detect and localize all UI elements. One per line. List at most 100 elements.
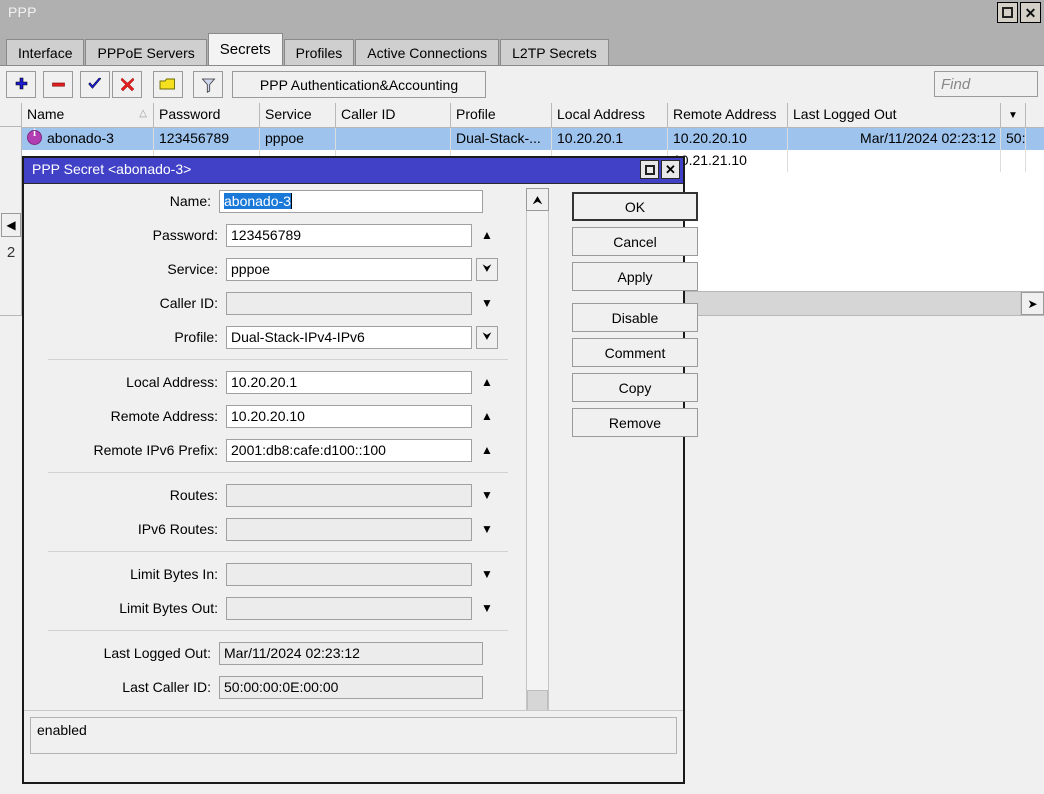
cell-text: 10.20.20.10 bbox=[673, 130, 747, 146]
dialog-scroll-track[interactable] bbox=[526, 211, 549, 720]
tab-label: PPPoE Servers bbox=[97, 45, 194, 61]
tab-active-connections[interactable]: Active Connections bbox=[355, 39, 499, 65]
field-password[interactable] bbox=[226, 224, 472, 247]
sort-indicator-icon: △ bbox=[139, 108, 147, 119]
minus-icon[interactable] bbox=[43, 71, 73, 98]
column-header-password[interactable]: Password bbox=[154, 103, 260, 127]
field-expand-down-icon[interactable]: ▼ bbox=[476, 484, 498, 507]
form-row: Service:⮟ bbox=[36, 252, 508, 286]
scroll-up-icon[interactable]: ◀ bbox=[1, 213, 21, 237]
field-limit-bytes-in[interactable] bbox=[226, 563, 472, 586]
cell-remote-address: 10.20.20.10 bbox=[668, 128, 788, 150]
field-expand-up-icon[interactable]: ▲ bbox=[476, 371, 498, 394]
window-controls: ✕ bbox=[997, 2, 1041, 23]
field-remote-address[interactable] bbox=[226, 405, 472, 428]
cell-text: Mar/11/2024 02:23:12 bbox=[860, 130, 996, 146]
column-header-profile[interactable]: Profile bbox=[451, 103, 552, 127]
column-header-last-logged-out[interactable]: Last Logged Out bbox=[788, 103, 1001, 127]
field-label: IPv6 Routes: bbox=[36, 521, 226, 537]
field-dropdown-icon[interactable]: ⮟ bbox=[476, 326, 498, 349]
field-dropdown-icon[interactable]: ⮟ bbox=[476, 258, 498, 281]
tab-l2tp-secrets[interactable]: L2TP Secrets bbox=[500, 39, 609, 65]
chevron-down-icon[interactable]: ▼ bbox=[1008, 110, 1018, 121]
field-caller-id[interactable] bbox=[226, 292, 472, 315]
hscroll-right-icon[interactable]: ➤ bbox=[1021, 292, 1044, 315]
search-input[interactable] bbox=[935, 72, 1037, 96]
column-header-label: Name bbox=[27, 106, 64, 122]
field-expand-down-icon[interactable]: ▼ bbox=[476, 597, 498, 620]
field-expand-down-icon[interactable]: ▼ bbox=[476, 292, 498, 315]
field-expand-up-icon[interactable]: ▲ bbox=[476, 439, 498, 462]
table-row[interactable]: abonado-3123456789pppoeDual-Stack-...10.… bbox=[22, 128, 1044, 150]
field-expand-down-icon[interactable]: ▼ bbox=[476, 518, 498, 541]
copy-button[interactable]: Copy bbox=[572, 373, 698, 402]
ok-button[interactable]: OK bbox=[572, 192, 698, 221]
search-box[interactable] bbox=[934, 71, 1038, 97]
cancel-button[interactable]: Cancel bbox=[572, 227, 698, 256]
field-label: Limit Bytes Out: bbox=[36, 600, 226, 616]
close-icon[interactable]: ✕ bbox=[1020, 2, 1041, 23]
column-menu-button[interactable]: ▼ bbox=[1001, 103, 1026, 127]
filter-icon[interactable] bbox=[193, 71, 223, 98]
dialog-vertical-scrollbar[interactable]: ⮝ ⮟ bbox=[526, 188, 549, 743]
field-local-address[interactable] bbox=[226, 371, 472, 394]
tab-label: L2TP Secrets bbox=[512, 45, 597, 61]
remove-button[interactable]: Remove bbox=[572, 408, 698, 437]
tab-interface[interactable]: Interface bbox=[6, 39, 84, 65]
column-header-label: Remote Address bbox=[673, 106, 777, 122]
field-expand-up-icon[interactable]: ▲ bbox=[476, 224, 498, 247]
cell-text: 123456789 bbox=[159, 130, 229, 146]
field-limit-bytes-out[interactable] bbox=[226, 597, 472, 620]
field-routes[interactable] bbox=[226, 484, 472, 507]
cell-caller-id bbox=[336, 128, 451, 150]
disable-button[interactable]: Disable bbox=[572, 303, 698, 332]
field-name[interactable]: abonado-3 bbox=[219, 190, 483, 213]
scroll-up-icon[interactable]: ⮝ bbox=[526, 188, 549, 211]
window-titlebar: PPP ✕ bbox=[0, 0, 1044, 27]
ppp-authentication-accounting-button[interactable]: PPP Authentication&Accounting bbox=[232, 71, 486, 98]
field-label: Routes: bbox=[36, 487, 226, 503]
column-header-label: Profile bbox=[456, 106, 496, 122]
form-row: IPv6 Routes: ▼ bbox=[36, 512, 508, 546]
plus-icon[interactable] bbox=[6, 71, 36, 98]
column-header-name[interactable]: Name △ bbox=[22, 103, 154, 127]
cell-profile: Dual-Stack-... bbox=[451, 128, 552, 150]
field-expand-down-icon[interactable]: ▼ bbox=[476, 563, 498, 586]
cross-icon[interactable] bbox=[112, 71, 142, 98]
field-label: Last Caller ID: bbox=[36, 679, 219, 695]
field-service[interactable] bbox=[226, 258, 472, 281]
field-last-caller-id[interactable] bbox=[219, 676, 483, 699]
form-separator bbox=[48, 359, 508, 360]
dialog-button-column: OK Cancel Apply Disable Comment Copy Remove bbox=[572, 192, 698, 443]
form-separator bbox=[48, 472, 508, 473]
field-spacer bbox=[487, 642, 508, 665]
maximize-icon[interactable] bbox=[640, 160, 659, 179]
maximize-icon[interactable] bbox=[997, 2, 1018, 23]
column-header-service[interactable]: Service bbox=[260, 103, 336, 127]
field-ipv6-routes[interactable] bbox=[226, 518, 472, 541]
toolbar: PPP Authentication&Accounting bbox=[0, 66, 1044, 103]
form-row: Remote Address:▲ bbox=[36, 399, 508, 433]
column-header-label: Password bbox=[159, 106, 220, 122]
form-row: Caller ID:▼ bbox=[36, 286, 508, 320]
note-icon[interactable] bbox=[153, 71, 183, 98]
comment-button[interactable]: Comment bbox=[572, 338, 698, 367]
form-row: Limit Bytes In:▼ bbox=[36, 557, 508, 591]
tab-secrets[interactable]: Secrets bbox=[208, 33, 283, 65]
cell-last-logged-out: Mar/11/2024 02:23:12 bbox=[788, 128, 1001, 150]
tab-profiles[interactable]: Profiles bbox=[284, 39, 355, 65]
apply-button[interactable]: Apply bbox=[572, 262, 698, 291]
column-header-remote-address[interactable]: Remote Address bbox=[668, 103, 788, 127]
form-row: Last Caller ID: bbox=[36, 670, 508, 704]
close-icon[interactable]: ✕ bbox=[661, 160, 680, 179]
field-last-logged-out[interactable] bbox=[219, 642, 483, 665]
column-header-local-address[interactable]: Local Address bbox=[552, 103, 668, 127]
tab-pppoe-servers[interactable]: PPPoE Servers bbox=[85, 39, 206, 65]
column-header-caller-id[interactable]: Caller ID bbox=[336, 103, 451, 127]
tab-label: Secrets bbox=[220, 41, 271, 58]
tab-label: Profiles bbox=[296, 45, 343, 61]
field-expand-up-icon[interactable]: ▲ bbox=[476, 405, 498, 428]
field-remote-ipv6-prefix[interactable] bbox=[226, 439, 472, 462]
field-profile[interactable] bbox=[226, 326, 472, 349]
check-icon[interactable] bbox=[80, 71, 110, 98]
